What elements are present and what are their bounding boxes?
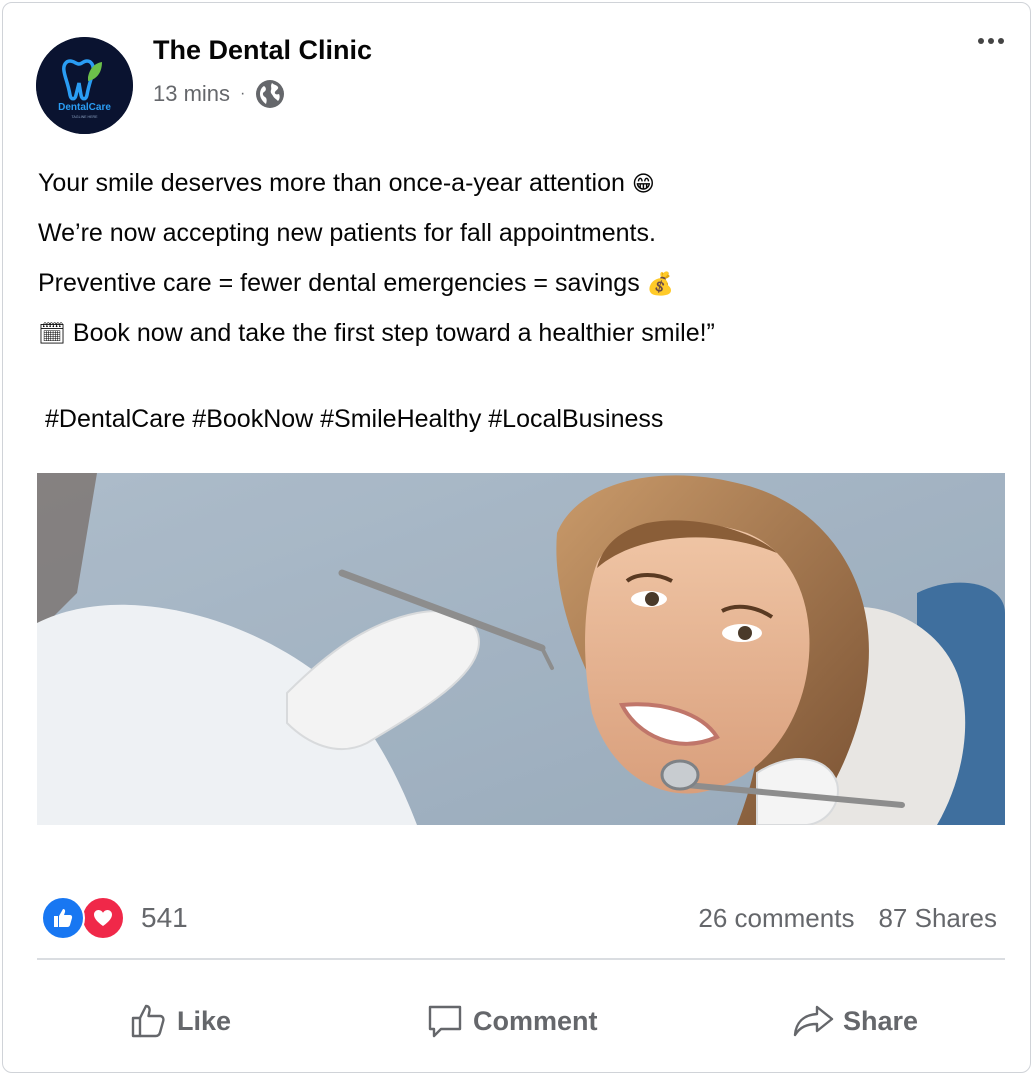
post-card: DentalCare TAGLINE HERE The Dental Clini… [2,2,1031,1073]
comment-count-link[interactable]: 26 comments [698,903,854,934]
speech-bubble-icon [428,1005,462,1038]
money-bag-icon: 💰 [646,272,675,297]
globe-icon[interactable] [255,79,285,109]
like-button[interactable]: Like [129,993,231,1049]
reaction-count: 541 [141,902,188,933]
meta-separator: · [240,85,246,102]
logo-tagline: TAGLINE HERE [71,115,98,119]
post-meta: 13 mins · [153,79,285,109]
comment-label: Comment [473,1005,598,1036]
post-line: 🗓 Book now and take the first step towar… [38,319,715,347]
logo-text: DentalCare [58,102,111,113]
engagement-counts: 26 comments 87 Shares [698,903,997,934]
share-arrow-icon [793,1005,834,1037]
dental-care-logo: DentalCare TAGLINE HERE [36,37,133,134]
post-line: Your smile deserves more than once-a-yea… [38,169,655,197]
love-reaction-icon [81,896,125,940]
action-bar: Like Comment Share [37,993,1005,1049]
page-avatar[interactable]: DentalCare TAGLINE HERE [36,37,133,134]
share-button[interactable]: Share [791,993,918,1049]
share-label: Share [843,1005,919,1036]
like-label: Like [177,1005,232,1036]
divider [37,958,1005,960]
post-text: Your smile deserves more than once-a-yea… [38,158,998,358]
thumbs-up-icon [131,1004,165,1038]
page-name-link[interactable]: The Dental Clinic [153,35,372,66]
post-line: We’re now accepting new patients for fal… [38,219,656,247]
post-line: Preventive care = fewer dental emergenci… [38,269,675,297]
comment-button[interactable]: Comment [425,993,598,1049]
share-count-link[interactable]: 87 Shares [878,903,997,934]
grinning-face-icon: 😁 [631,172,655,197]
reaction-summary[interactable]: 541 [41,896,188,940]
post-photo[interactable] [37,473,1005,825]
like-reaction-icon [41,896,85,940]
more-dots-icon[interactable] [975,31,1009,51]
hashtags[interactable]: #DentalCare #BookNow #SmileHealthy #Loca… [45,405,663,434]
calendar-icon: 🗓 [38,322,66,347]
post-timestamp[interactable]: 13 mins [153,81,230,107]
